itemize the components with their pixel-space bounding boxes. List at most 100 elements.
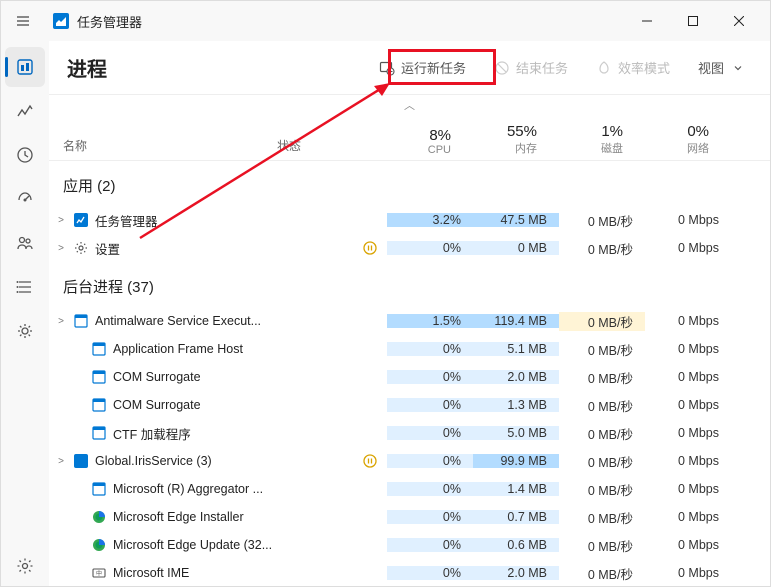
process-row[interactable]: COM Surrogate0%1.3 MB0 MB/秒0 Mbps <box>49 391 770 419</box>
close-button[interactable] <box>716 5 762 37</box>
sidebar-item-services[interactable] <box>5 311 45 351</box>
cell-cpu: 0% <box>387 398 473 412</box>
cell-net: 0 Mbps <box>645 398 731 412</box>
app-icon <box>53 13 69 29</box>
process-icon <box>91 397 107 413</box>
cell-cpu: 0% <box>387 454 473 468</box>
header-status[interactable]: 状态 <box>277 115 377 160</box>
expand-icon[interactable]: > <box>53 456 69 467</box>
process-icon <box>91 341 107 357</box>
collapse-handle[interactable]: ︿ <box>49 95 770 115</box>
cell-disk: 0 MB/秒 <box>559 424 645 443</box>
process-name: 设置 <box>95 239 293 258</box>
cell-mem: 119.4 MB <box>473 314 559 328</box>
header-net[interactable]: 0%网络 <box>635 115 721 160</box>
process-row[interactable]: Application Frame Host0%5.1 MB0 MB/秒0 Mb… <box>49 335 770 363</box>
cell-cpu: 0% <box>387 538 473 552</box>
expand-icon[interactable]: > <box>53 316 69 327</box>
process-row[interactable]: COM Surrogate0%2.0 MB0 MB/秒0 Mbps <box>49 363 770 391</box>
page-title: 进程 <box>67 53 107 82</box>
chevron-down-icon <box>730 60 746 76</box>
process-name: Microsoft Edge Installer <box>113 510 293 524</box>
process-icon <box>91 537 107 553</box>
sidebar-item-startup[interactable] <box>5 179 45 219</box>
cell-cpu: 0% <box>387 370 473 384</box>
process-icon <box>73 212 89 228</box>
end-label: 结束任务 <box>516 58 568 77</box>
sidebar-item-settings[interactable] <box>5 546 45 586</box>
process-name: Microsoft Edge Update (32... <box>113 538 293 552</box>
cell-disk: 0 MB/秒 <box>559 480 645 499</box>
process-row[interactable]: 中Microsoft IME0%2.0 MB0 MB/秒0 Mbps <box>49 559 770 586</box>
cell-mem: 0.7 MB <box>473 510 559 524</box>
process-icon <box>91 425 107 441</box>
process-icon: 中 <box>91 565 107 581</box>
process-row[interactable]: >Antimalware Service Execut...1.5%119.4 … <box>49 307 770 335</box>
process-row[interactable]: Microsoft Edge Update (32...0%0.6 MB0 MB… <box>49 531 770 559</box>
process-icon <box>91 509 107 525</box>
sidebar-item-processes[interactable] <box>5 47 45 87</box>
view-dropdown[interactable]: 视图 <box>692 54 752 81</box>
header-cpu[interactable]: 8%CPU <box>377 115 463 160</box>
process-name: CTF 加载程序 <box>113 424 293 443</box>
header-name[interactable]: 名称 <box>49 115 277 160</box>
cell-cpu: 0% <box>387 510 473 524</box>
cell-mem: 47.5 MB <box>473 213 559 227</box>
run-new-task-button[interactable]: 运行新任务 <box>373 54 472 81</box>
eff-label: 效率模式 <box>618 58 670 77</box>
header-mem[interactable]: 55%内存 <box>463 115 549 160</box>
process-icon <box>91 369 107 385</box>
process-row[interactable]: > 设置 0%0 MB0 MB/秒0 Mbps <box>49 234 770 262</box>
status-icon <box>293 241 387 255</box>
minimize-button[interactable] <box>624 5 670 37</box>
process-icon <box>73 240 89 256</box>
sidebar-item-details[interactable] <box>5 267 45 307</box>
process-row[interactable]: >Global.IrisService (3)0%99.9 MB0 MB/秒0 … <box>49 447 770 475</box>
cell-net: 0 Mbps <box>645 482 731 496</box>
process-row[interactable]: Microsoft Edge Installer0%0.7 MB0 MB/秒0 … <box>49 503 770 531</box>
process-name: 任务管理器 <box>95 211 293 230</box>
sidebar-item-performance[interactable] <box>5 91 45 131</box>
process-list[interactable]: 应用 (2)>任务管理器3.2%47.5 MB0 MB/秒0 Mbps>设置0%… <box>49 161 770 586</box>
hamburger-button[interactable] <box>9 7 37 35</box>
view-label: 视图 <box>698 58 724 77</box>
cell-cpu: 0% <box>387 342 473 356</box>
main: 进程 运行新任务 结束任务 效率模式 视图 <box>49 41 770 586</box>
cell-net: 0 Mbps <box>645 342 731 356</box>
cell-disk: 0 MB/秒 <box>559 368 645 387</box>
efficiency-mode-button[interactable]: 效率模式 <box>590 54 676 81</box>
run-task-icon <box>379 60 395 76</box>
cell-mem: 0 MB <box>473 241 559 255</box>
sidebar-item-history[interactable] <box>5 135 45 175</box>
cell-disk: 0 MB/秒 <box>559 564 645 583</box>
cell-mem: 0.6 MB <box>473 538 559 552</box>
cell-disk: 0 MB/秒 <box>559 340 645 359</box>
cell-cpu: 3.2% <box>387 213 473 227</box>
expand-icon[interactable]: > <box>53 243 69 254</box>
process-row[interactable]: >任务管理器3.2%47.5 MB0 MB/秒0 Mbps <box>49 206 770 234</box>
process-name: Global.IrisService (3) <box>95 454 293 468</box>
cell-cpu: 0% <box>387 241 473 255</box>
maximize-button[interactable] <box>670 5 716 37</box>
end-task-button[interactable]: 结束任务 <box>488 54 574 81</box>
sidebar-item-users[interactable] <box>5 223 45 263</box>
header-disk[interactable]: 1%磁盘 <box>549 115 635 160</box>
cell-mem: 5.0 MB <box>473 426 559 440</box>
process-name: Microsoft (R) Aggregator ... <box>113 482 293 496</box>
cell-net: 0 Mbps <box>645 566 731 580</box>
cell-disk: 0 MB/秒 <box>559 239 645 258</box>
process-name: COM Surrogate <box>113 398 293 412</box>
cell-mem: 1.4 MB <box>473 482 559 496</box>
cell-mem: 2.0 MB <box>473 370 559 384</box>
process-row[interactable]: CTF 加载程序0%5.0 MB0 MB/秒0 Mbps <box>49 419 770 447</box>
cell-disk: 0 MB/秒 <box>559 396 645 415</box>
app-title: 任务管理器 <box>77 12 142 31</box>
cell-net: 0 Mbps <box>645 538 731 552</box>
process-name: Microsoft IME <box>113 566 293 580</box>
cell-net: 0 Mbps <box>645 241 731 255</box>
process-row[interactable]: Microsoft (R) Aggregator ...0%1.4 MB0 MB… <box>49 475 770 503</box>
cell-disk: 0 MB/秒 <box>559 508 645 527</box>
cell-net: 0 Mbps <box>645 314 731 328</box>
expand-icon[interactable]: > <box>53 215 69 226</box>
process-name: COM Surrogate <box>113 370 293 384</box>
